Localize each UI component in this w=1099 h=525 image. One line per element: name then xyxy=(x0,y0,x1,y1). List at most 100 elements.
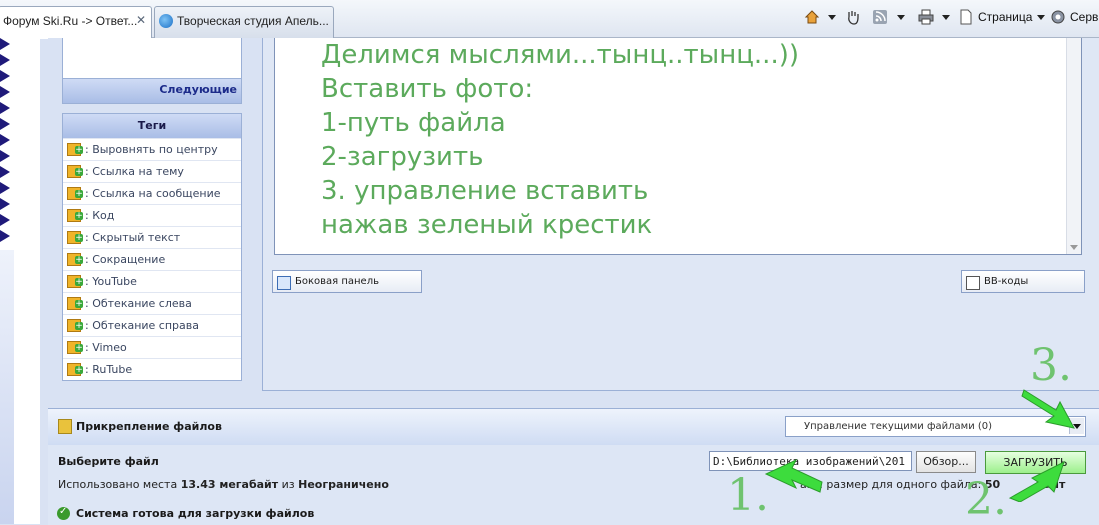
decor-arrow xyxy=(0,230,10,242)
panel-icon xyxy=(277,276,291,290)
editor-scrollbar[interactable] xyxy=(1066,38,1081,254)
chevron-down-icon[interactable] xyxy=(897,15,905,20)
tag-hidden-text[interactable]: : Скрытый текст xyxy=(63,226,241,248)
editor-line: 1-путь файла xyxy=(321,108,506,138)
decor-arrow xyxy=(0,134,10,146)
button-label: BB-коды xyxy=(984,276,1029,287)
tag-label: : Сокращение xyxy=(85,253,166,266)
message-editor[interactable]: Делимся мыслями...тынц..тынц...)) Встави… xyxy=(274,38,1082,255)
tag-add-icon xyxy=(67,165,83,178)
printer-icon[interactable] xyxy=(918,9,934,25)
paperclip-icon xyxy=(58,419,72,434)
close-icon[interactable]: ✕ xyxy=(135,14,147,27)
hand-icon[interactable] xyxy=(845,9,861,25)
tag-add-icon xyxy=(67,231,83,244)
arrow-to-upload-icon xyxy=(1008,461,1065,502)
chevron-down-icon[interactable] xyxy=(828,15,836,20)
decor-arrow xyxy=(0,86,10,98)
info-icon xyxy=(966,276,980,290)
page-icon[interactable] xyxy=(958,9,974,25)
tab-label: Творческая студия Апель... xyxy=(177,14,329,28)
tag-post-link[interactable]: : Ссылка на сообщение xyxy=(63,182,241,204)
tag-topic-link[interactable]: : Ссылка на тему xyxy=(63,160,241,182)
service-menu[interactable]: Серв xyxy=(1070,10,1098,24)
choose-file-label: Выберите файл xyxy=(58,455,159,468)
tag-abbreviation[interactable]: : Сокращение xyxy=(63,248,241,270)
editor-line: нажав зеленый крестик xyxy=(321,210,653,240)
tag-add-icon xyxy=(67,363,83,376)
bbcodes-button[interactable]: BB-коды xyxy=(961,270,1085,293)
usage-limit: Неограничено xyxy=(298,478,389,491)
tag-add-icon xyxy=(67,319,83,332)
tag-label: : YouTube xyxy=(85,275,137,288)
select-value: Управление текущими файлами (0) xyxy=(804,421,993,432)
tag-add-icon xyxy=(67,209,83,222)
decor-arrow xyxy=(0,102,10,114)
arrow-to-manage-icon xyxy=(1021,389,1075,429)
browser-tab-bar: Форум Ski.Ru -> Ответ... ✕ Творческая ст… xyxy=(0,0,1099,39)
decor-arrow xyxy=(0,214,10,226)
editor-line: Вставить фото: xyxy=(321,74,534,104)
tag-add-icon xyxy=(67,275,83,288)
tab-creative-studio[interactable]: Творческая студия Апель... xyxy=(154,6,334,38)
usage-text: Использовано места 13.43 мегабайт из Нео… xyxy=(58,478,389,491)
tab-ski-forum[interactable]: Форум Ski.Ru -> Ответ... ✕ xyxy=(0,6,152,39)
tag-add-icon xyxy=(67,253,83,266)
tab-label: Форум Ski.Ru -> Ответ... xyxy=(3,14,138,28)
rss-icon[interactable] xyxy=(872,9,888,25)
usage-mid: из xyxy=(278,478,299,491)
next-bar: Следующие xyxy=(62,78,242,104)
decor-arrow xyxy=(0,38,10,50)
tag-label: : Ссылка на тему xyxy=(85,165,184,178)
usage-prefix: Использовано места xyxy=(58,478,181,491)
page-menu[interactable]: Страница xyxy=(978,10,1032,24)
decor-arrow xyxy=(0,166,10,178)
tag-vimeo[interactable]: : Vimeo xyxy=(63,336,241,358)
editor-line: Делимся мыслями...тынц..тынц...)) xyxy=(321,40,799,70)
upload-status: Система готова для загрузки файлов xyxy=(76,507,315,520)
decor-arrow xyxy=(0,182,10,194)
tag-label: : Ссылка на сообщение xyxy=(85,187,221,200)
tag-add-icon xyxy=(67,297,83,310)
editor-line: 3. управление вставить xyxy=(321,176,649,206)
tags-title: Теги xyxy=(63,114,241,138)
tag-label: : Обтекание слева xyxy=(85,297,192,310)
decor-arrow xyxy=(0,198,10,210)
tag-float-right[interactable]: : Обтекание справа xyxy=(63,314,241,336)
check-circle-icon xyxy=(57,506,70,520)
tag-center[interactable]: : Выровнять по центру xyxy=(63,138,241,160)
annotation-step-3: 3. xyxy=(1030,340,1072,391)
tag-label: : Код xyxy=(85,209,115,222)
decor-arrow xyxy=(0,70,10,82)
scroll-down-icon[interactable] xyxy=(1070,245,1078,250)
tags-panel: Теги : Выровнять по центру : Ссылка на т… xyxy=(62,113,242,381)
tag-label: : RuTube xyxy=(85,363,133,376)
chevron-down-icon[interactable] xyxy=(1037,15,1045,20)
tag-label: : Vimeo xyxy=(85,341,127,354)
ie-icon xyxy=(159,14,173,28)
tag-float-left[interactable]: : Обтекание слева xyxy=(63,292,241,314)
browse-button[interactable]: Обзор... xyxy=(916,451,976,473)
home-icon[interactable] xyxy=(804,9,820,25)
sidebar-panel-button[interactable]: Боковая панель xyxy=(272,270,422,293)
tag-label: : Выровнять по центру xyxy=(85,143,218,156)
attachments-title: Прикрепление файлов xyxy=(76,420,222,433)
decor-arrow xyxy=(0,118,10,130)
gear-icon[interactable] xyxy=(1050,9,1066,25)
chevron-down-icon[interactable] xyxy=(942,15,950,20)
tag-add-icon xyxy=(67,187,83,200)
tag-code[interactable]: : Код xyxy=(63,204,241,226)
tag-label: : Скрытый текст xyxy=(85,231,181,244)
decor-arrow xyxy=(0,54,10,66)
decor-arrow xyxy=(0,150,10,162)
next-link[interactable]: Следующие xyxy=(159,83,237,96)
editor-line: 2-загрузить xyxy=(321,142,484,172)
button-label: Боковая панель xyxy=(295,276,379,287)
max-size-prefix: акс. размер для одного файла: xyxy=(800,478,985,491)
left-gradient xyxy=(0,250,14,524)
tag-rutube[interactable]: : RuTube xyxy=(63,358,241,380)
annotation-step-2: 2. xyxy=(965,474,1007,525)
tag-add-icon xyxy=(67,143,83,156)
usage-value: 13.43 мегабайт xyxy=(180,478,279,491)
tag-youtube[interactable]: : YouTube xyxy=(63,270,241,292)
